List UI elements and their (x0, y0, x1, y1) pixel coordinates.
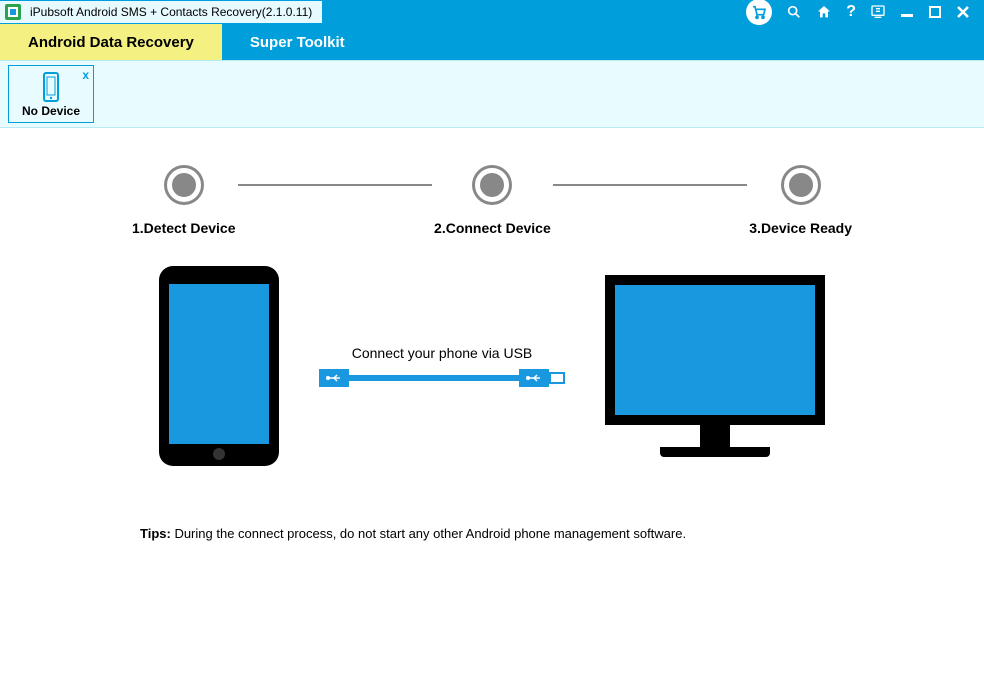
usb-symbol-icon (524, 373, 544, 383)
step-2: 2.Connect Device (432, 168, 553, 236)
tab-label: Super Toolkit (250, 34, 345, 51)
usb-cable-icon (319, 369, 565, 387)
search-icon (786, 4, 802, 20)
step-circle-icon (167, 168, 201, 202)
step-label: 3.Device Ready (749, 220, 852, 236)
tab-label: Android Data Recovery (28, 34, 194, 51)
device-strip: x No Device (0, 60, 984, 128)
content: 1.Detect Device 2.Connect Device 3.Devic… (0, 128, 984, 541)
phone-home-icon (213, 448, 225, 460)
step-1: 1.Detect Device (130, 168, 238, 236)
connection-illustration: Connect your phone via USB (60, 266, 924, 466)
tips-text: Tips: During the connect process, do not… (140, 526, 924, 541)
app-icon (4, 3, 22, 21)
cable-illustration: Connect your phone via USB (319, 345, 565, 387)
phone-illustration (159, 266, 279, 466)
step-label: 2.Connect Device (434, 220, 551, 236)
step-3: 3.Device Ready (747, 168, 854, 236)
usb-symbol-icon (324, 373, 344, 383)
titlebar: iPubsoft Android SMS + Contacts Recovery… (0, 0, 984, 24)
usb-connector-left-icon (319, 369, 349, 387)
home-button[interactable] (816, 4, 832, 20)
help-button[interactable]: ? (846, 3, 856, 21)
maximize-button[interactable] (928, 5, 942, 19)
feedback-button[interactable] (870, 4, 886, 20)
tab-android-data-recovery[interactable]: Android Data Recovery (0, 24, 222, 60)
step-circle-icon (784, 168, 818, 202)
titlebar-controls: ? (746, 0, 984, 25)
tips-label: Tips: (140, 526, 171, 541)
minimize-icon (900, 5, 914, 19)
app-title: iPubsoft Android SMS + Contacts Recovery… (0, 1, 322, 23)
close-icon (956, 5, 970, 19)
home-icon (816, 4, 832, 20)
device-label: No Device (9, 104, 93, 118)
tips-body: During the connect process, do not start… (171, 526, 686, 541)
steps-progress: 1.Detect Device 2.Connect Device 3.Devic… (130, 168, 854, 236)
phone-icon (41, 72, 61, 102)
cable-line-icon (349, 375, 519, 381)
monitor-neck-icon (700, 425, 730, 447)
tabbar: Android Data Recovery Super Toolkit (0, 24, 984, 60)
minimize-button[interactable] (900, 5, 914, 19)
monitor-base-icon (660, 447, 770, 457)
close-button[interactable] (956, 5, 970, 19)
monitor-screen-icon (605, 275, 825, 425)
app-title-text: iPubsoft Android SMS + Contacts Recovery… (30, 5, 312, 19)
step-circle-icon (475, 168, 509, 202)
device-close-button[interactable]: x (82, 68, 89, 82)
monitor-illustration (605, 275, 825, 457)
search-button[interactable] (786, 4, 802, 20)
step-label: 1.Detect Device (132, 220, 236, 236)
usb-connector-right-icon (519, 369, 549, 387)
cable-instruction: Connect your phone via USB (319, 345, 565, 361)
cart-button[interactable] (746, 0, 772, 25)
feedback-icon (870, 4, 886, 20)
maximize-icon (928, 5, 942, 19)
tab-super-toolkit[interactable]: Super Toolkit (222, 24, 373, 60)
usb-tip-icon (549, 372, 565, 384)
cart-icon (751, 4, 767, 20)
device-card[interactable]: x No Device (8, 65, 94, 123)
